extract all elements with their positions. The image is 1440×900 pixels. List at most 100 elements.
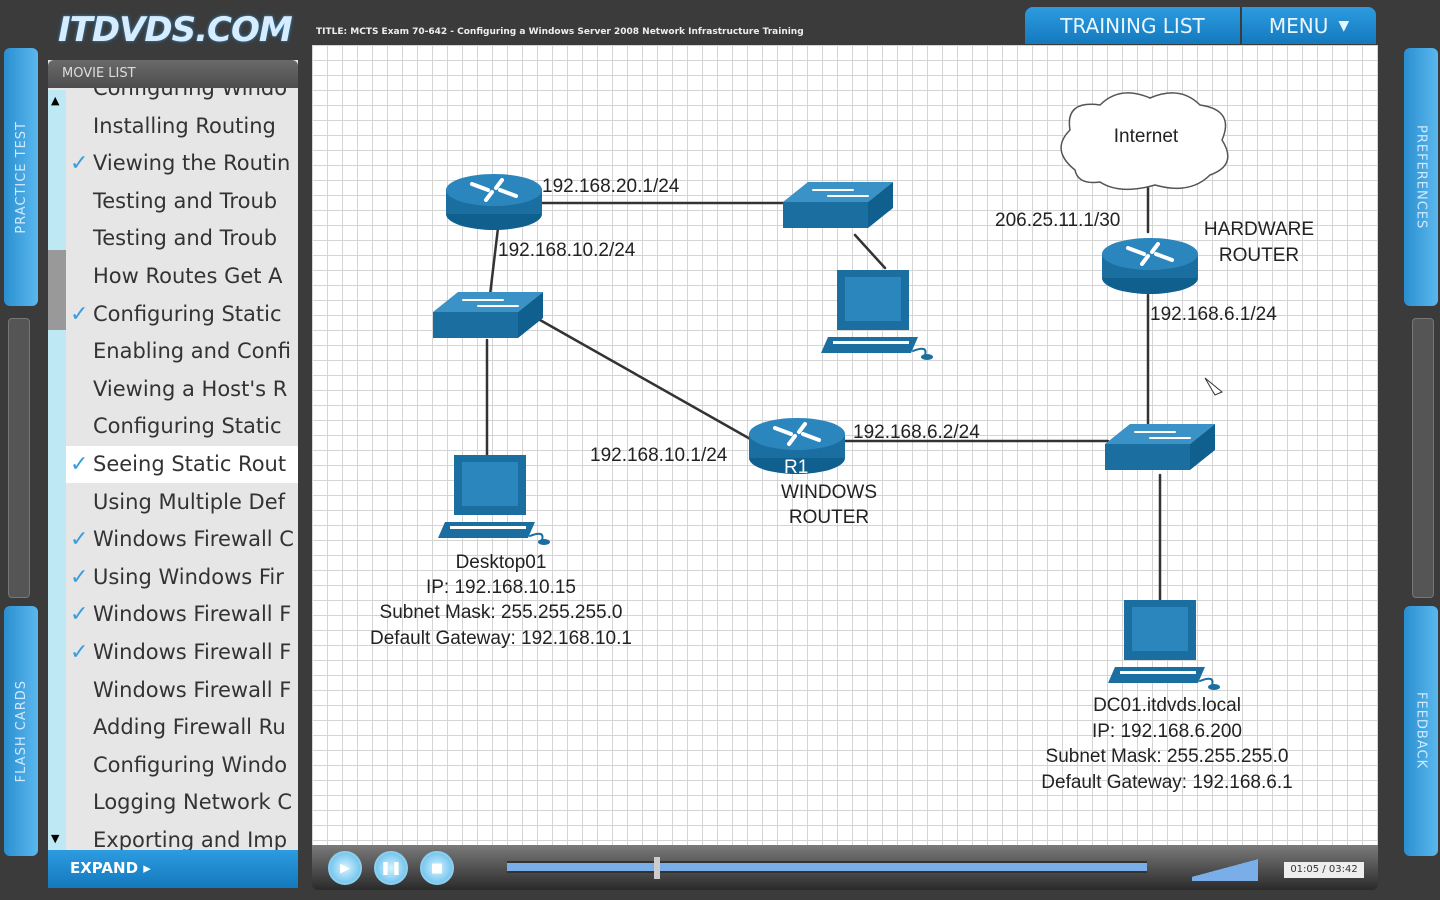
dc01-icon bbox=[1107, 599, 1221, 691]
movie-title: Seeing Static Rout bbox=[93, 452, 287, 476]
logo: ITDVDS.COM bbox=[58, 10, 293, 50]
movie-title: Testing and Troub bbox=[93, 188, 278, 213]
menu-button[interactable]: MENU ▼ bbox=[1242, 7, 1376, 44]
desktop-info: IP: 192.168.10.15 bbox=[426, 577, 576, 598]
feedback-tab[interactable]: FEEDBACK bbox=[1404, 606, 1438, 856]
volume-slider[interactable] bbox=[1192, 855, 1258, 881]
pause-button[interactable]: ❚❚ bbox=[374, 851, 408, 885]
movie-title: Configuring Windo bbox=[93, 752, 288, 777]
movie-list-item[interactable]: How Routes Get A bbox=[66, 258, 298, 295]
play-button[interactable]: ▶ bbox=[328, 851, 362, 885]
movie-list-header: MOVIE LIST bbox=[48, 60, 298, 88]
training-list-button[interactable]: TRAINING LIST bbox=[1025, 7, 1240, 44]
ip-label: 206.25.11.1/30 bbox=[995, 210, 1120, 231]
ip-label: 192.168.6.1/24 bbox=[1150, 304, 1277, 325]
training-list-label: TRAINING LIST bbox=[1060, 13, 1205, 38]
checkmark-icon: ✓ bbox=[70, 527, 89, 553]
checkmark-icon: ✓ bbox=[70, 151, 89, 177]
movie-list-item[interactable]: ✓ Configuring Static bbox=[66, 296, 298, 333]
hardware-router-icon bbox=[1100, 236, 1200, 296]
checkmark-icon: ✓ bbox=[70, 564, 89, 590]
ip-label: 192.168.20.1/24 bbox=[542, 176, 680, 197]
chevron-down-icon: ▼ bbox=[1338, 17, 1350, 34]
movie-list-item[interactable]: Installing Routing bbox=[66, 108, 298, 145]
practice-test-label: PRACTICE TEST bbox=[13, 120, 29, 234]
scroll-up-icon[interactable]: ▲ bbox=[51, 94, 59, 107]
dc-info: Subnet Mask: 255.255.255.0 bbox=[1046, 746, 1289, 767]
movie-list-item[interactable]: ✓ Using Windows Fir bbox=[66, 559, 298, 596]
scroll-thumb[interactable] bbox=[48, 250, 66, 330]
r1-label: R1 bbox=[784, 457, 808, 478]
scroll-down-icon[interactable]: ▼ bbox=[51, 832, 59, 845]
movie-title: Windows Firewall F bbox=[93, 602, 292, 627]
ip-label: 192.168.6.2/24 bbox=[853, 422, 980, 443]
preferences-tab[interactable]: PREFERENCES bbox=[1404, 48, 1438, 306]
movie-title: Using Multiple Def bbox=[93, 489, 286, 514]
flash-cards-tab[interactable]: FLASH CARDS bbox=[4, 606, 38, 856]
seek-track bbox=[507, 863, 1147, 871]
movie-list-panel: MOVIE LIST ▲ ▼ Configuring Windo Installi… bbox=[48, 60, 298, 888]
movie-list-item[interactable]: ✓ Viewing the Routin bbox=[66, 145, 298, 182]
movie-title: Exporting and Imp bbox=[93, 828, 288, 850]
scrollbar[interactable]: ▲ ▼ bbox=[48, 90, 66, 850]
movie-list-item[interactable]: ✓ Windows Firewall F bbox=[66, 634, 298, 671]
stop-button[interactable]: ■ bbox=[420, 851, 454, 885]
seek-handle[interactable] bbox=[654, 857, 661, 879]
movie-list-item[interactable]: ✓ Windows Firewall C bbox=[66, 521, 298, 558]
right-grip[interactable] bbox=[1412, 318, 1434, 598]
movie-title: Windows Firewall F bbox=[93, 640, 292, 664]
video-canvas: Internet 192.168.20.1/24 192.168.10.2/24… bbox=[312, 45, 1378, 845]
movie-list-item[interactable]: Configuring Windo bbox=[66, 747, 298, 784]
feedback-label: FEEDBACK bbox=[1413, 692, 1429, 770]
preferences-label: PREFERENCES bbox=[1413, 124, 1429, 230]
left-switch-icon bbox=[432, 291, 544, 339]
checkmark-icon: ✓ bbox=[70, 640, 89, 665]
checkmark-icon: ✓ bbox=[70, 602, 89, 628]
mouse-cursor-icon bbox=[1204, 377, 1223, 396]
movie-list-item[interactable]: Windows Firewall F bbox=[66, 672, 298, 709]
top-pc-icon bbox=[820, 269, 934, 361]
movie-title: Logging Network C bbox=[93, 790, 293, 815]
desktop-info: Subnet Mask: 255.255.255.0 bbox=[380, 602, 623, 623]
dc-info: DC01.itdvds.local bbox=[1093, 695, 1241, 716]
movie-title: Configuring Windo bbox=[93, 88, 288, 100]
dc-info: Default Gateway: 192.168.6.1 bbox=[1041, 772, 1292, 793]
movie-list-item[interactable]: Testing and Troub bbox=[66, 183, 298, 220]
desktop-info: Default Gateway: 192.168.10.1 bbox=[370, 628, 632, 649]
movie-list-item[interactable]: Configuring Windo bbox=[66, 88, 298, 107]
hardware-router-label: HARDWARE bbox=[1204, 219, 1314, 240]
movie-list-item[interactable]: Configuring Static bbox=[66, 408, 298, 445]
internet-label: Internet bbox=[1114, 126, 1179, 147]
practice-test-tab[interactable]: PRACTICE TEST bbox=[4, 48, 38, 306]
time-display: 01:05 / 03:42 bbox=[1284, 862, 1364, 878]
movie-list-item[interactable]: ✓ Seeing Static Rout bbox=[66, 446, 298, 483]
course-title: TITLE: MCTS Exam 70-642 - Configuring a … bbox=[316, 27, 804, 37]
movie-list-item[interactable]: Exporting and Imp bbox=[66, 822, 298, 850]
movie-title: Windows Firewall F bbox=[93, 677, 292, 702]
menu-label: MENU bbox=[1268, 13, 1329, 38]
desktop-info: Desktop01 bbox=[456, 552, 547, 573]
top-router-icon bbox=[444, 172, 544, 232]
windows-router-label: WINDOWS bbox=[781, 482, 877, 503]
movie-list-item[interactable]: Testing and Troub bbox=[66, 220, 298, 257]
player-controls: ▶ ❚❚ ■ 01:05 / 03:42 bbox=[312, 845, 1378, 890]
movie-title: Testing and Troub bbox=[93, 226, 278, 251]
movie-title: Using Windows Fir bbox=[93, 564, 284, 589]
movie-list-item[interactable]: Logging Network C bbox=[66, 784, 298, 821]
movie-list-item[interactable]: Viewing a Host's R bbox=[66, 371, 298, 408]
movie-title: Installing Routing bbox=[93, 113, 276, 138]
desktop01-icon bbox=[437, 454, 551, 546]
flash-cards-label: FLASH CARDS bbox=[13, 679, 29, 783]
movie-title: How Routes Get A bbox=[93, 264, 283, 288]
seek-bar[interactable] bbox=[507, 857, 1147, 879]
movie-title: Viewing a Host's R bbox=[93, 376, 288, 401]
movie-list-item[interactable]: Adding Firewall Ru bbox=[66, 709, 298, 746]
expand-button[interactable]: EXPAND ▸ bbox=[48, 850, 298, 888]
movie-list-item[interactable]: Using Multiple Def bbox=[66, 484, 298, 521]
movie-list-item[interactable]: ✓ Windows Firewall F bbox=[66, 596, 298, 633]
ip-label: 192.168.10.1/24 bbox=[590, 445, 728, 466]
left-grip[interactable] bbox=[8, 318, 30, 598]
movie-list-item[interactable]: Enabling and Confi bbox=[66, 333, 298, 370]
checkmark-icon: ✓ bbox=[70, 301, 89, 327]
top-switch-icon bbox=[782, 181, 894, 229]
